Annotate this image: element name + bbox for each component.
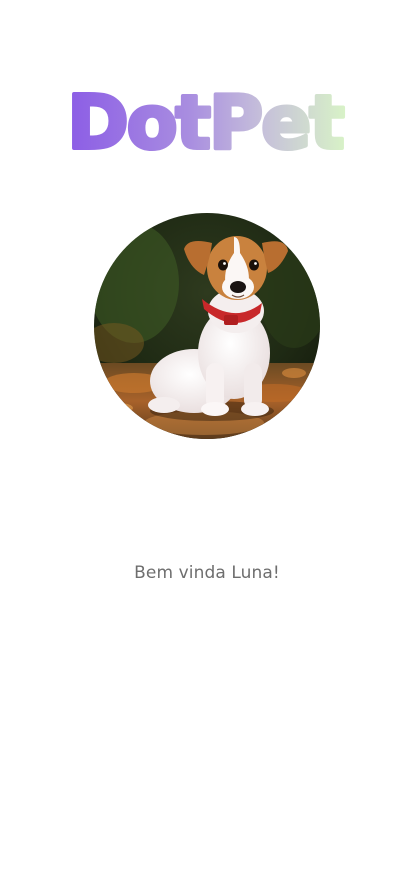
welcome-message: Bem vinda Luna! [134, 563, 280, 583]
logo-text: DotPet [67, 80, 343, 166]
logo-wordmark: DotPet [65, 78, 347, 168]
app-logo: DotPet [0, 78, 414, 168]
dog-photo-icon [94, 213, 320, 439]
pet-avatar[interactable] [94, 213, 320, 439]
